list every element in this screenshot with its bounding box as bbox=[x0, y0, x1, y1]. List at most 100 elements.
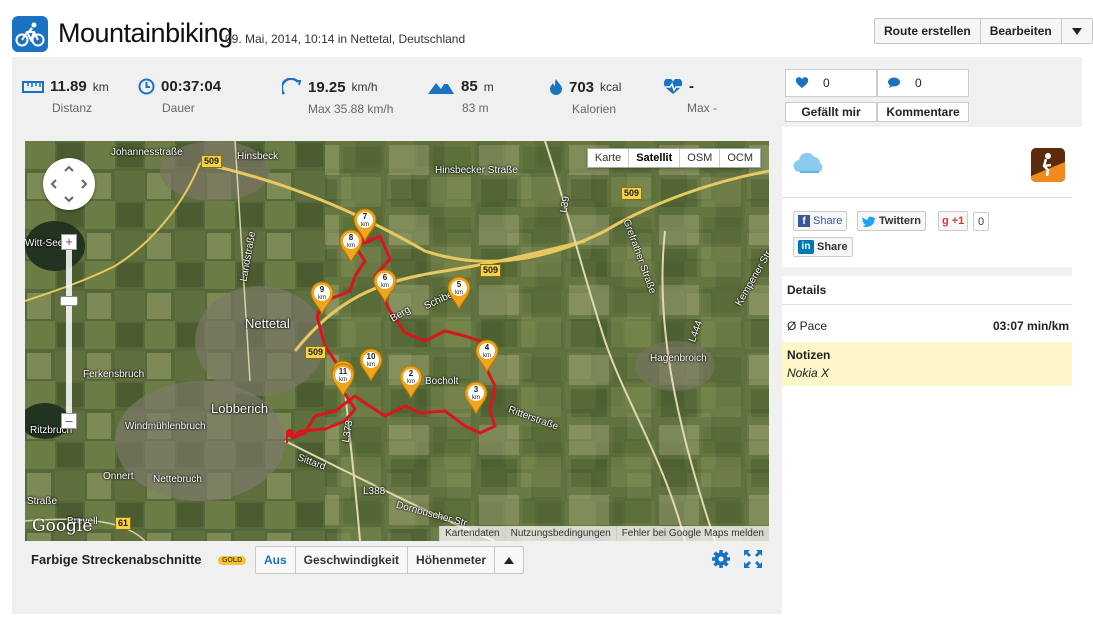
road-badge: 509 bbox=[480, 264, 502, 277]
km-number: 11 bbox=[338, 367, 348, 376]
km-unit: km bbox=[455, 290, 463, 296]
ruler-icon bbox=[22, 80, 44, 93]
chevron-up-icon bbox=[504, 556, 515, 564]
more-dropdown-button[interactable] bbox=[1062, 19, 1092, 43]
map-data-link[interactable]: Kartendaten bbox=[439, 526, 505, 541]
km-marker-9[interactable]: 9 km bbox=[310, 281, 334, 315]
zoom-out-button[interactable]: – bbox=[61, 413, 77, 429]
km-marker-3[interactable]: 3 km bbox=[464, 381, 488, 415]
km-marker-2[interactable]: 2 km bbox=[399, 365, 423, 399]
edit-button[interactable]: Bearbeiten bbox=[981, 19, 1062, 43]
segments-elevation-button[interactable]: Höhenmeter bbox=[408, 547, 496, 573]
map-type-karte[interactable]: Karte bbox=[588, 149, 630, 167]
km-unit: km bbox=[381, 283, 389, 289]
terms-link[interactable]: Nutzungsbedingungen bbox=[504, 526, 616, 541]
comments-count-box: 0 bbox=[877, 69, 969, 97]
segments-speed-button[interactable]: Geschwindigkeit bbox=[296, 547, 409, 573]
flame-icon bbox=[550, 79, 562, 95]
segments-title: Farbige Streckenabschnitte bbox=[31, 552, 202, 567]
map-label: Windmühlenbruch bbox=[125, 421, 206, 432]
collapse-button[interactable] bbox=[495, 547, 523, 573]
map-type-osm[interactable]: OSM bbox=[680, 149, 721, 167]
report-error-link[interactable]: Fehler bei Google Maps melden bbox=[615, 526, 769, 541]
km-marker-8[interactable]: 8 km bbox=[339, 229, 363, 263]
page-title: Mountainbiking bbox=[58, 18, 233, 48]
fullscreen-icon[interactable] bbox=[743, 549, 763, 569]
gplus-label: +1 bbox=[951, 215, 965, 227]
km-marker-11[interactable]: 11 km bbox=[331, 363, 355, 397]
stat-distance: 11.89 km Distanz bbox=[22, 78, 109, 115]
elevation-value: 85 bbox=[461, 78, 478, 95]
gold-badge: GOLD bbox=[218, 556, 247, 565]
route-map[interactable]: Johannesstraße Hinsbeck Hinsbecker Straß… bbox=[25, 141, 769, 541]
speed-unit: km/h bbox=[351, 80, 378, 94]
google-logo: Google bbox=[32, 516, 93, 536]
road-badge: 509 bbox=[305, 346, 327, 359]
km-number: 6 bbox=[382, 273, 388, 282]
create-route-button[interactable]: Route erstellen bbox=[875, 19, 981, 43]
gplus-button[interactable]: g +1 bbox=[938, 211, 969, 231]
details-header: Details bbox=[787, 283, 827, 297]
stat-heartrate: - Max - bbox=[663, 78, 717, 115]
comments-button[interactable]: Kommentare bbox=[877, 102, 969, 122]
facebook-share-button[interactable]: f Share bbox=[793, 211, 848, 231]
heartrate-value: - bbox=[689, 78, 694, 95]
km-marker-5[interactable]: 5 km bbox=[447, 276, 471, 310]
twitter-share-button[interactable]: Twittern bbox=[857, 211, 926, 231]
calories-label: Kalorien bbox=[572, 102, 617, 116]
linkedin-share-button[interactable]: in Share bbox=[793, 237, 853, 257]
app-icon[interactable] bbox=[1031, 148, 1065, 182]
twitter-icon bbox=[862, 216, 876, 227]
likes-count-box: 0 bbox=[785, 69, 877, 97]
gear-icon[interactable] bbox=[711, 549, 731, 569]
notes-header: Notizen bbox=[787, 348, 831, 362]
elevation-unit: m bbox=[483, 79, 494, 94]
map-type-satellit[interactable]: Satellit bbox=[629, 149, 681, 167]
km-marker-10[interactable]: 10 km bbox=[359, 348, 383, 382]
km-marker-label: 7 km bbox=[353, 213, 377, 229]
segments-off-button[interactable]: Aus bbox=[256, 547, 296, 573]
like-button[interactable]: Gefällt mir bbox=[785, 102, 877, 122]
map-label: Nettetal bbox=[245, 316, 290, 331]
chevron-down-icon bbox=[1071, 27, 1082, 35]
km-unit: km bbox=[361, 222, 369, 228]
road-badge: 61 bbox=[115, 517, 132, 530]
map-label: Hagenbroich bbox=[650, 353, 707, 364]
distance-label: Distanz bbox=[52, 101, 93, 115]
comments-count: 0 bbox=[915, 76, 922, 90]
km-marker-4[interactable]: 4 km bbox=[475, 339, 499, 373]
speed-icon bbox=[282, 78, 302, 95]
km-number: 2 bbox=[408, 369, 414, 378]
gplus-count: 0 bbox=[973, 212, 990, 231]
pace-value: 03:07 min/km bbox=[993, 319, 1070, 333]
km-marker-label: 11 km bbox=[331, 368, 355, 384]
max-speed-label: Max 35.88 km/h bbox=[308, 102, 394, 116]
map-label: Straße bbox=[27, 496, 58, 507]
km-number: 8 bbox=[348, 233, 354, 242]
elevation-label: 83 m bbox=[462, 101, 489, 115]
distance-value: 11.89 bbox=[50, 78, 87, 95]
km-number: 7 bbox=[362, 212, 368, 221]
map-type-ocm[interactable]: OCM bbox=[720, 149, 760, 167]
linkedin-icon: in bbox=[798, 240, 814, 254]
km-marker-6[interactable]: 6 km bbox=[373, 269, 397, 303]
speech-bubble-icon bbox=[888, 77, 900, 88]
twitter-share-label: Twittern bbox=[879, 215, 921, 227]
km-marker-label: 3 km bbox=[464, 386, 488, 402]
map-label: Nettebruch bbox=[153, 474, 202, 485]
duration-label: Dauer bbox=[162, 101, 195, 115]
zoom-slider-track[interactable] bbox=[66, 241, 72, 421]
zoom-in-button[interactable]: + bbox=[61, 234, 77, 250]
heart-icon bbox=[795, 77, 809, 88]
map-footer: Kartendaten Nutzungsbedingungen Fehler b… bbox=[439, 526, 769, 541]
km-marker-label: 2 km bbox=[399, 370, 423, 386]
map-type-control: Karte Satellit OSM OCM bbox=[586, 148, 761, 168]
gplus-icon: g bbox=[942, 215, 949, 227]
map-label: Onnert bbox=[103, 471, 134, 482]
zoom-slider-handle[interactable] bbox=[60, 296, 78, 306]
map-label: Ferkensbruch bbox=[83, 369, 145, 380]
map-label: Lobberich bbox=[211, 401, 269, 416]
km-unit: km bbox=[318, 295, 326, 301]
pan-control[interactable] bbox=[43, 158, 95, 210]
km-marker-label: 5 km bbox=[447, 281, 471, 297]
